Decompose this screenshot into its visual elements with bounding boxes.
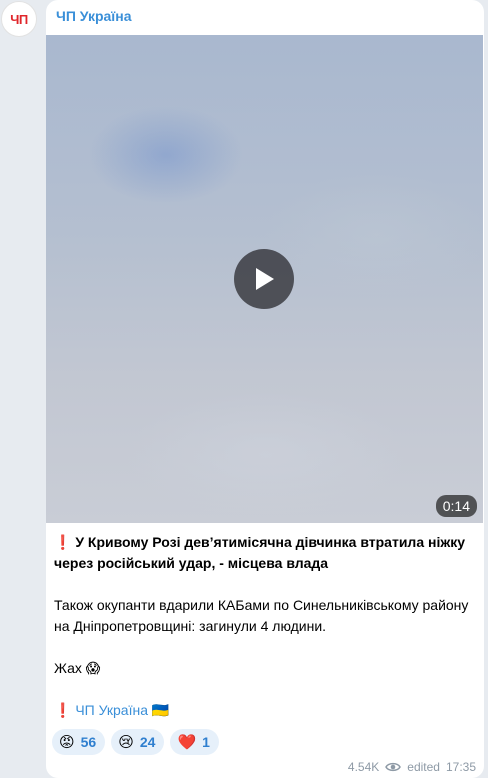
reaction-count: 24 bbox=[139, 734, 156, 750]
eye-icon bbox=[385, 762, 402, 772]
scream-emoji-icon: 😱 bbox=[85, 660, 101, 676]
play-icon bbox=[256, 268, 274, 290]
video-duration: 0:14 bbox=[435, 495, 477, 517]
channel-avatar[interactable]: ЧП bbox=[1, 1, 37, 37]
reaction-angry[interactable]: 😡 56 bbox=[52, 729, 106, 755]
edited-label: edited bbox=[407, 760, 440, 774]
body-text: Також окупанти вдарили КАБами по Синельн… bbox=[54, 597, 469, 634]
reaction-sad[interactable]: 😢 24 bbox=[111, 729, 165, 755]
avatar-text: ЧП bbox=[10, 11, 28, 27]
reaction-line: Жах 😱 bbox=[54, 658, 474, 679]
angry-face-icon: 😡 bbox=[59, 734, 75, 751]
headline: ❗ У Кривому Розі дев’ятимісячна дівчинка… bbox=[54, 532, 474, 574]
heart-icon: ❤️ bbox=[177, 734, 197, 751]
reaction-line-text: Жах bbox=[54, 660, 82, 676]
view-count: 4.54K bbox=[347, 760, 380, 774]
video-player[interactable]: 0:14 bbox=[46, 35, 483, 523]
message-text: ❗ У Кривому Розі дев’ятимісячна дівчинка… bbox=[54, 532, 474, 721]
headline-text: У Кривому Розі дев’ятимісячна дівчинка в… bbox=[54, 534, 466, 571]
exclamation-icon: ❗ bbox=[54, 702, 72, 718]
message-bubble: ЧП Україна 0:14 ❗ У Кривому Розі дев’яти… bbox=[46, 0, 484, 778]
reaction-count: 1 bbox=[202, 734, 210, 750]
channel-name[interactable]: ЧП Україна bbox=[56, 8, 132, 24]
play-button[interactable] bbox=[234, 249, 294, 309]
crying-face-icon: 😢 bbox=[118, 734, 134, 751]
channel-link[interactable]: ЧП Україна bbox=[75, 702, 148, 718]
reaction-count: 56 bbox=[80, 734, 97, 750]
exclamation-icon: ❗ bbox=[54, 534, 72, 550]
ukraine-flag-icon: 🇺🇦 bbox=[151, 702, 170, 718]
signature: ❗ ЧП Україна 🇺🇦 bbox=[54, 700, 474, 721]
message-time: 17:35 bbox=[445, 760, 476, 774]
reactions-bar: 😡 56 😢 24 ❤️ 1 bbox=[52, 729, 219, 755]
reaction-heart[interactable]: ❤️ 1 bbox=[170, 729, 219, 755]
message-meta: 4.54K edited 17:35 bbox=[348, 760, 476, 774]
